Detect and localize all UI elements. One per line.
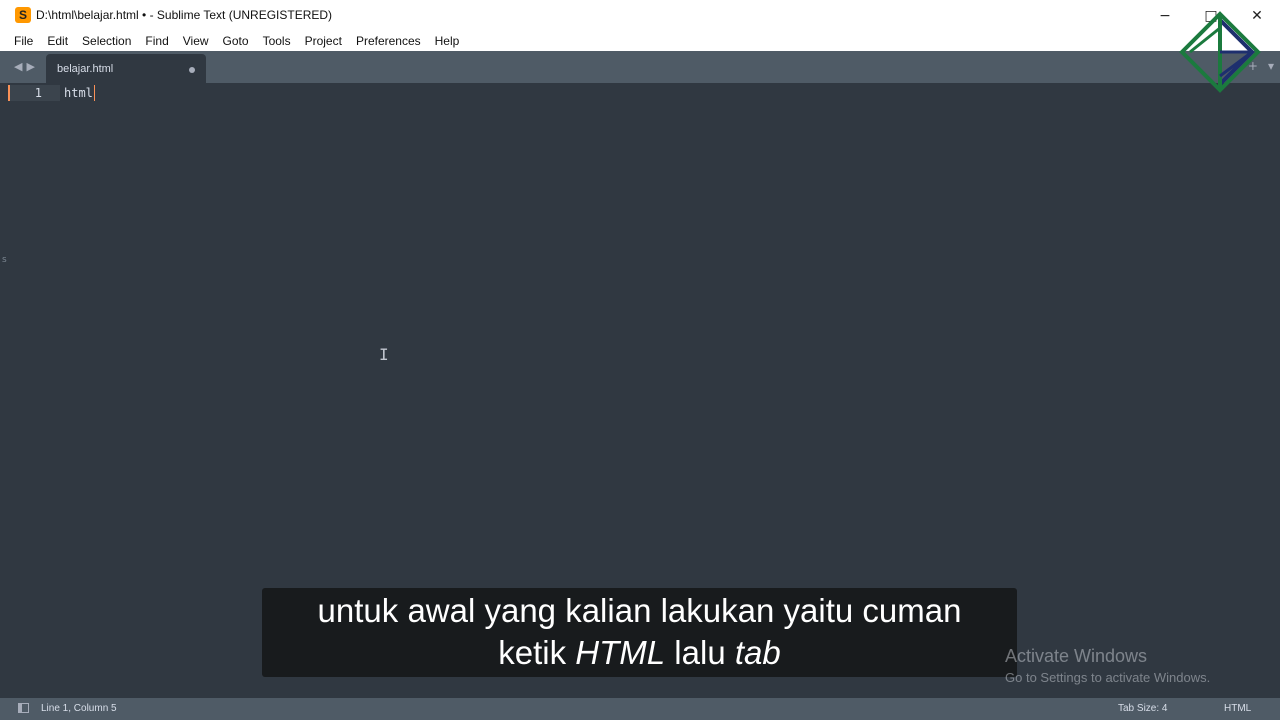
menu-preferences[interactable]: Preferences [350,32,427,50]
subtitle-line-1: untuk awal yang kalian lakukan yaitu cum… [317,592,962,629]
title-bar: S D:\html\belajar.html • - Sublime Text … [0,0,1280,31]
syntax-selector[interactable]: HTML [1224,703,1251,714]
video-subtitle: untuk awal yang kalian lakukan yaitu cum… [262,588,1017,677]
menu-bar: File Edit Selection Find View Goto Tools… [0,31,1280,51]
activate-windows-subtitle: Go to Settings to activate Windows. [1005,670,1211,685]
tab-bar: ◀ ▶ belajar.html + ▾ [0,51,1280,83]
subtitle-text: lalu [665,634,735,671]
tab-label: belajar.html [57,63,114,75]
tab-belajar-html[interactable]: belajar.html [46,54,206,83]
tab-list-dropdown-icon[interactable]: ▾ [1268,59,1274,73]
panel-toggle-icon[interactable] [18,703,29,713]
edge-mark: s [2,255,7,265]
subtitle-emphasis: tab [734,634,781,671]
tab-navigation: ◀ ▶ [14,60,35,73]
menu-tools[interactable]: Tools [257,32,297,50]
tab-prev-icon[interactable]: ◀ [14,60,22,73]
menu-project[interactable]: Project [299,32,348,50]
subtitle-line-2: ketik HTML lalu tab [262,632,1017,674]
subtitle-text: ketik [498,634,576,671]
menu-find[interactable]: Find [139,32,174,50]
tab-size-selector[interactable]: Tab Size: 4 [1118,703,1167,714]
menu-view[interactable]: View [177,32,215,50]
tab-next-icon[interactable]: ▶ [26,60,34,73]
menu-selection[interactable]: Selection [76,32,137,50]
unsaved-dot-icon[interactable] [189,67,195,73]
status-bar: Line 1, Column 5 Tab Size: 4 HTML [0,698,1280,720]
text-caret [94,85,95,101]
activate-windows-title: Activate Windows [1005,646,1148,666]
ibeam-cursor-icon: I [379,345,389,364]
code-line[interactable]: html [64,86,93,100]
sublime-text-icon: S [15,7,31,23]
channel-logo-icon [1179,11,1261,93]
modified-line-marker [8,85,10,101]
menu-file[interactable]: File [8,32,39,50]
subtitle-emphasis: HTML [575,634,666,671]
line-number: 1 [34,86,42,100]
menu-edit[interactable]: Edit [41,32,74,50]
window-title: D:\html\belajar.html • - Sublime Text (U… [36,8,333,22]
cursor-position: Line 1, Column 5 [41,703,117,714]
menu-help[interactable]: Help [429,32,466,50]
menu-goto[interactable]: Goto [217,32,255,50]
